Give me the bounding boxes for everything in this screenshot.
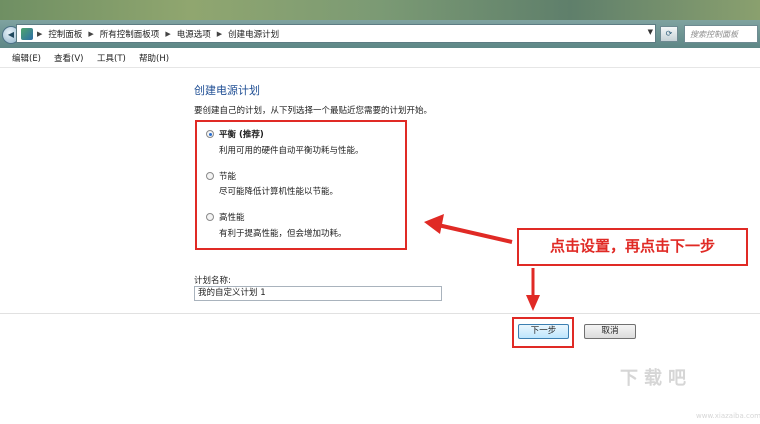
breadcrumb-separator-icon[interactable]: ▶ [165,30,170,38]
address-toolbar: ◀ ▶ 控制面板 ▶ 所有控制面板项 ▶ 电源选项 ▶ 创建电源计划 ▼ ⟳ 搜… [0,20,760,48]
window-titlebar [0,0,760,20]
page-subtitle: 要创建自己的计划，从下列选择一个最贴近您需要的计划开始。 [194,106,433,116]
options-highlight-box [195,120,407,250]
next-highlight-box [512,317,574,348]
arrow-to-next-icon [526,268,540,311]
breadcrumb-item[interactable]: 控制面板 [48,28,82,40]
breadcrumb-separator-icon[interactable]: ▶ [217,30,222,38]
search-input[interactable]: 搜索控制面板 [684,25,758,43]
search-placeholder: 搜索控制面板 [690,30,738,39]
menu-view[interactable]: 查看(V) [54,52,83,64]
cancel-button[interactable]: 取消 [584,324,636,339]
refresh-icon[interactable]: ⟳ [660,26,678,42]
breadcrumb-item[interactable]: 所有控制面板项 [100,28,160,40]
page-title: 创建电源计划 [194,84,260,97]
plan-name-label: 计划名称: [194,276,231,286]
control-panel-icon [21,28,33,40]
chevron-down-icon[interactable]: ▼ [648,28,653,36]
breadcrumb-separator-icon: ▶ [37,30,43,38]
instruction-callout: 点击设置，再点击下一步 [517,228,748,266]
breadcrumb: ▶ 控制面板 ▶ 所有控制面板项 ▶ 电源选项 ▶ 创建电源计划 [37,28,279,40]
footer-divider [0,313,760,314]
menu-tools[interactable]: 工具(T) [97,52,126,64]
arrow-to-options-icon [424,214,513,244]
breadcrumb-item[interactable]: 电源选项 [177,28,211,40]
watermark-url: www.xiazaiba.com [696,412,760,420]
address-bar[interactable]: ▶ 控制面板 ▶ 所有控制面板项 ▶ 电源选项 ▶ 创建电源计划 ▼ [16,24,656,43]
menu-edit[interactable]: 编辑(E) [12,52,41,64]
watermark-logo: 下载吧 [620,368,692,389]
plan-name-field[interactable]: 我的自定义计划 1 [194,286,442,301]
breadcrumb-separator-icon[interactable]: ▶ [88,30,93,38]
menu-bar: 编辑(E) 查看(V) 工具(T) 帮助(H) [0,48,760,68]
breadcrumb-item[interactable]: 创建电源计划 [228,28,279,40]
menu-help[interactable]: 帮助(H) [139,52,169,64]
